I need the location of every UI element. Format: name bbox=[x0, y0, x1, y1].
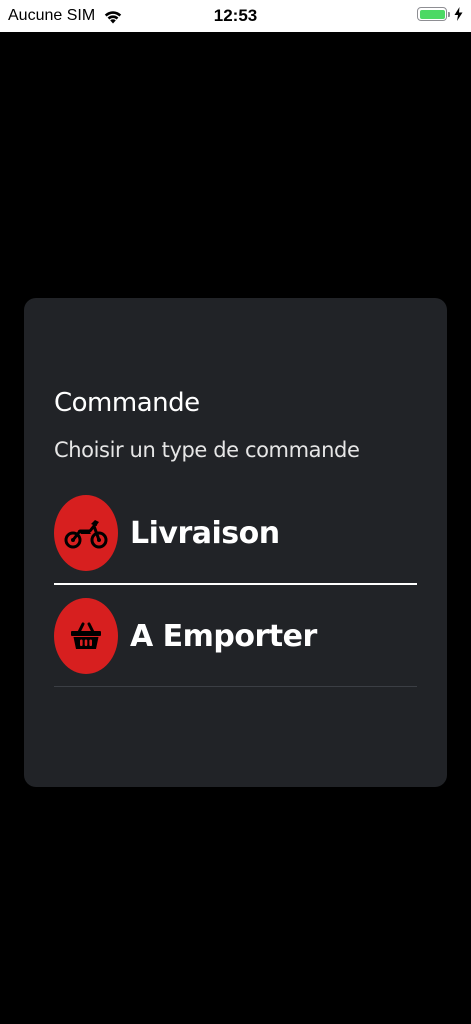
battery-fill bbox=[419, 9, 445, 19]
dialog-subtitle: Choisir un type de commande bbox=[54, 438, 360, 462]
battery-icon bbox=[417, 7, 447, 21]
order-type-dialog: Commande Choisir un type de commande Liv… bbox=[24, 298, 447, 787]
motorcycle-icon bbox=[54, 495, 118, 571]
status-right bbox=[417, 7, 463, 21]
divider bbox=[54, 686, 417, 687]
option-delivery-label: Livraison bbox=[130, 515, 280, 551]
status-bar: Aucune SIM 12:53 bbox=[0, 0, 471, 32]
dialog-title: Commande bbox=[54, 388, 200, 418]
bolt-icon bbox=[454, 7, 463, 21]
option-takeaway[interactable]: A Emporter bbox=[54, 591, 417, 681]
status-time: 12:53 bbox=[213, 6, 258, 25]
battery-cap bbox=[448, 11, 450, 17]
divider-selected bbox=[54, 583, 417, 585]
basket-icon bbox=[54, 598, 118, 674]
option-takeaway-label: A Emporter bbox=[130, 618, 317, 654]
option-delivery[interactable]: Livraison bbox=[54, 488, 417, 578]
